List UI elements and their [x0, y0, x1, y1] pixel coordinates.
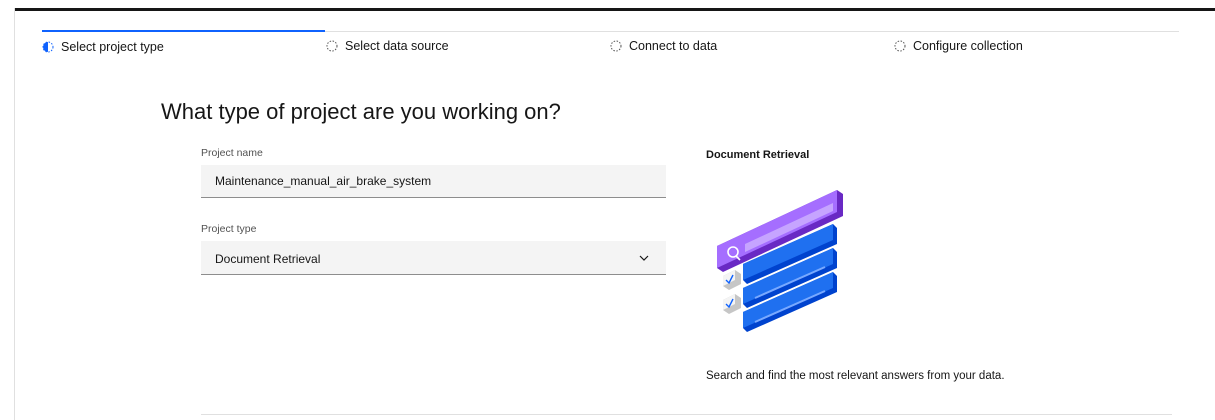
project-type-value: Document Retrieval: [215, 252, 321, 266]
step-connect-to-data[interactable]: Connect to data: [610, 31, 893, 59]
page-title: What type of project are you working on?: [161, 99, 561, 124]
dashed-circle-icon: [326, 40, 338, 52]
project-name-input[interactable]: [201, 165, 666, 198]
step-select-data-source[interactable]: Select data source: [326, 31, 609, 59]
document-retrieval-illustration: [717, 190, 843, 332]
step-configure-collection[interactable]: Configure collection: [894, 31, 1177, 59]
step-select-project-type[interactable]: Select project type: [42, 30, 325, 60]
half-circle-icon: [42, 41, 54, 53]
step-label: Select data source: [345, 39, 449, 53]
project-type-label: Project type: [201, 223, 257, 235]
left-border: [14, 8, 15, 420]
project-type-title: Document Retrieval: [706, 149, 810, 161]
dashed-circle-icon: [894, 40, 906, 52]
step-label: Configure collection: [913, 39, 1023, 53]
checkbox-icons: [723, 270, 741, 314]
step-label: Select project type: [61, 40, 164, 54]
project-type-select[interactable]: Document Retrieval: [201, 241, 666, 275]
top-border: [14, 8, 1215, 11]
project-type-description: Search and find the most relevant answer…: [706, 370, 1005, 382]
chevron-down-icon: [639, 255, 649, 261]
project-name-label: Project name: [201, 147, 263, 159]
step-label: Connect to data: [629, 39, 718, 53]
dashed-circle-icon: [610, 40, 622, 52]
progress-stepper: Select project type Select data source C…: [42, 30, 1179, 60]
section-divider: [201, 414, 1172, 415]
